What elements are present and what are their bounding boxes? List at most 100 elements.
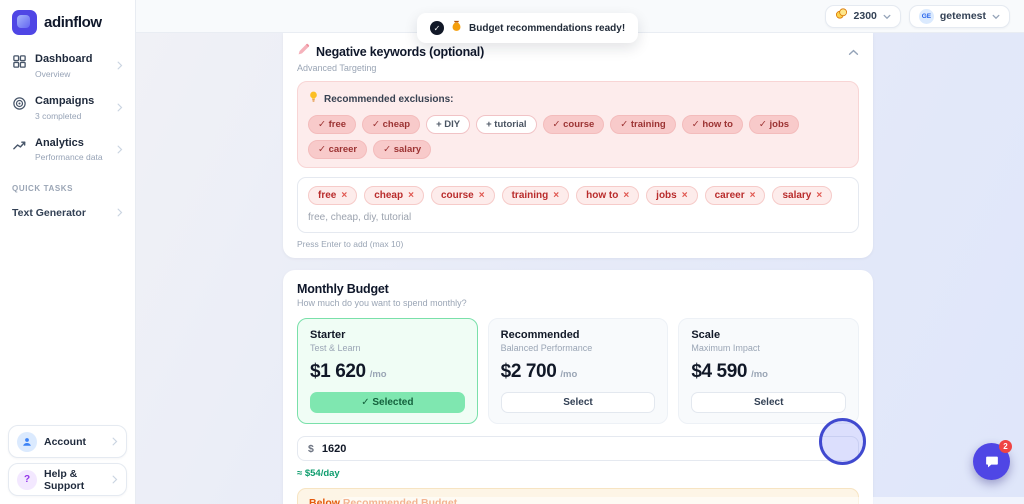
credits-count: 2300 [854,10,877,22]
plan-select-button[interactable]: Select [501,392,656,413]
suggestion-chip-free[interactable]: ✓ free [308,115,356,134]
monthly-budget-card: Monthly Budget How much do you want to s… [283,270,873,504]
sidebar-nav: DashboardOverviewCampaigns3 completedAna… [8,45,127,170]
tag-label: free [318,190,336,201]
collapse-chevron-icon[interactable] [848,43,859,61]
keyword-tag-salary: salary× [772,186,832,205]
quick-tasks-list: Text Generator [8,197,127,229]
remove-tag-icon[interactable]: × [341,191,347,201]
user-menu-pill[interactable]: GE getemest [909,5,1010,28]
question-icon: ? [17,470,37,490]
keyword-tag-jobs: jobs× [646,186,697,205]
avatar: GE [919,9,934,24]
suggestion-chip-salary[interactable]: ✓ salary [373,140,431,159]
keyword-tag-cheap: cheap × [364,186,424,205]
chevron-right-icon [117,204,123,222]
credits-pill[interactable]: 2300 [825,5,901,28]
keywords-input[interactable] [308,212,848,223]
remove-tag-icon[interactable]: × [682,191,688,201]
nav-item-label: Analytics [35,137,109,151]
budget-subtitle: How much do you want to spend monthly? [297,298,859,308]
sidebar-item-text-generator[interactable]: Text Generator [8,197,127,229]
bottom-band [340,497,1024,504]
remove-tag-icon[interactable]: × [750,191,756,201]
chevron-right-icon [117,141,123,159]
grid-icon [12,53,27,74]
recommended-exclusions-label: Recommended exclusions: [324,94,453,105]
chat-bubble-icon [984,454,1000,470]
tag-label: how to [586,190,618,201]
chevron-right-icon [112,471,118,489]
plan-tagline: Test & Learn [310,343,465,353]
sidebar-item-campaigns[interactable]: Campaigns3 completed [8,87,127,129]
keywords-input-box[interactable]: free×cheap×course×training×how to×jobs×c… [297,177,859,233]
tag-label: cheap [374,190,403,201]
remove-tag-icon[interactable]: × [479,191,485,201]
plan-period: /mo [370,369,387,380]
sidebar-item-account[interactable]: Account [8,425,127,458]
keyword-tag-career: career × [705,186,766,205]
lightbulb-icon [308,90,319,108]
content-column: Negative keywords (optional) Advanced Ta… [283,33,873,504]
chat-widget-button[interactable]: 2 [973,443,1010,480]
chevron-right-icon [112,433,118,451]
budget-amount-field[interactable]: $ [297,436,859,461]
suggestion-chip-course[interactable]: ✓ course [543,115,605,134]
username: getemest [940,10,986,22]
keyword-tag-free: free × [308,186,357,205]
pencil-icon [297,43,310,61]
plan-card-starter[interactable]: Starter Test & Learn $1 620/mo ✓ Selected [297,318,478,424]
sidebar-item-analytics[interactable]: AnalyticsPerformance data [8,129,127,171]
suggestion-chip-training[interactable]: ✓ training [610,115,675,134]
quick-tasks-label: QUICK TASKS [8,170,127,197]
remove-tag-icon[interactable]: × [553,191,559,201]
plan-card-recommended[interactable]: RecommendedBalanced Performance$2 700/mo… [488,318,669,424]
recommended-exclusions-box: Recommended exclusions: ✓ free ✓ cheap + D… [297,81,859,168]
section-subtitle: Advanced Targeting [297,63,859,73]
plan-period: /mo [560,369,577,380]
plan-price: $4 590 [691,361,747,383]
suggestion-chip-jobs[interactable]: ✓ jobs [749,115,799,134]
tag-label: course [441,190,474,201]
plan-select-button[interactable]: Select [691,392,846,413]
plan-price: $1 620 [310,361,366,383]
toast-notification: ✓ Budget recommendations ready! [417,13,638,43]
app-logo[interactable]: adinflow [8,8,127,45]
suggestion-chip-diy[interactable]: + DIY [426,115,470,134]
logo-text: adinflow [44,14,102,31]
remove-tag-icon[interactable]: × [816,191,822,201]
nav-item-label: Campaigns [35,95,109,109]
trend-icon [12,137,27,158]
coin-icon [835,7,848,25]
footer-item-label: Account [44,436,105,448]
plan-card-scale[interactable]: ScaleMaximum Impact$4 590/moSelect [678,318,859,424]
sidebar: adinflow DashboardOverviewCampaigns3 com… [0,0,136,504]
app-window: adinflow DashboardOverviewCampaigns3 com… [0,0,1024,504]
suggestion-chip-how-to[interactable]: ✓ how to [682,115,743,134]
suggestion-chip-cheap[interactable]: ✓ cheap [362,115,420,134]
plan-price: $2 700 [501,361,557,383]
sidebar-item-dashboard[interactable]: DashboardOverview [8,45,127,87]
keywords-hint: Press Enter to add (max 10) [297,239,859,249]
negative-keywords-card: Negative keywords (optional) Advanced Ta… [283,33,873,258]
plan-name: Starter [310,329,465,341]
keyword-tags: free×cheap×course×training×how to×jobs×c… [308,186,848,205]
suggestion-chip-career[interactable]: ✓ career [308,140,367,159]
footer-item-label: Help & Support [44,468,105,492]
chevron-down-icon [992,7,1000,25]
chevron-down-icon [883,7,891,25]
suggestion-chip-tutorial[interactable]: + tutorial [476,115,536,134]
chevron-right-icon [117,57,123,75]
tag-label: career [715,190,745,201]
remove-tag-icon[interactable]: × [623,191,629,201]
budget-amount-input[interactable] [322,443,848,455]
sidebar-footer: Account? Help & Support [8,425,127,496]
quick-task-label: Text Generator [12,207,86,219]
main-area: Negative keywords (optional) Advanced Ta… [136,33,1024,504]
chat-unread-badge[interactable]: 2 [999,440,1012,453]
check-circle-icon: ✓ [430,21,444,35]
section-title: Negative keywords (optional) [316,45,484,59]
plan-select-button[interactable]: ✓ Selected [310,392,465,413]
sidebar-item-help-support[interactable]: ? Help & Support [8,463,127,496]
remove-tag-icon[interactable]: × [408,191,414,201]
